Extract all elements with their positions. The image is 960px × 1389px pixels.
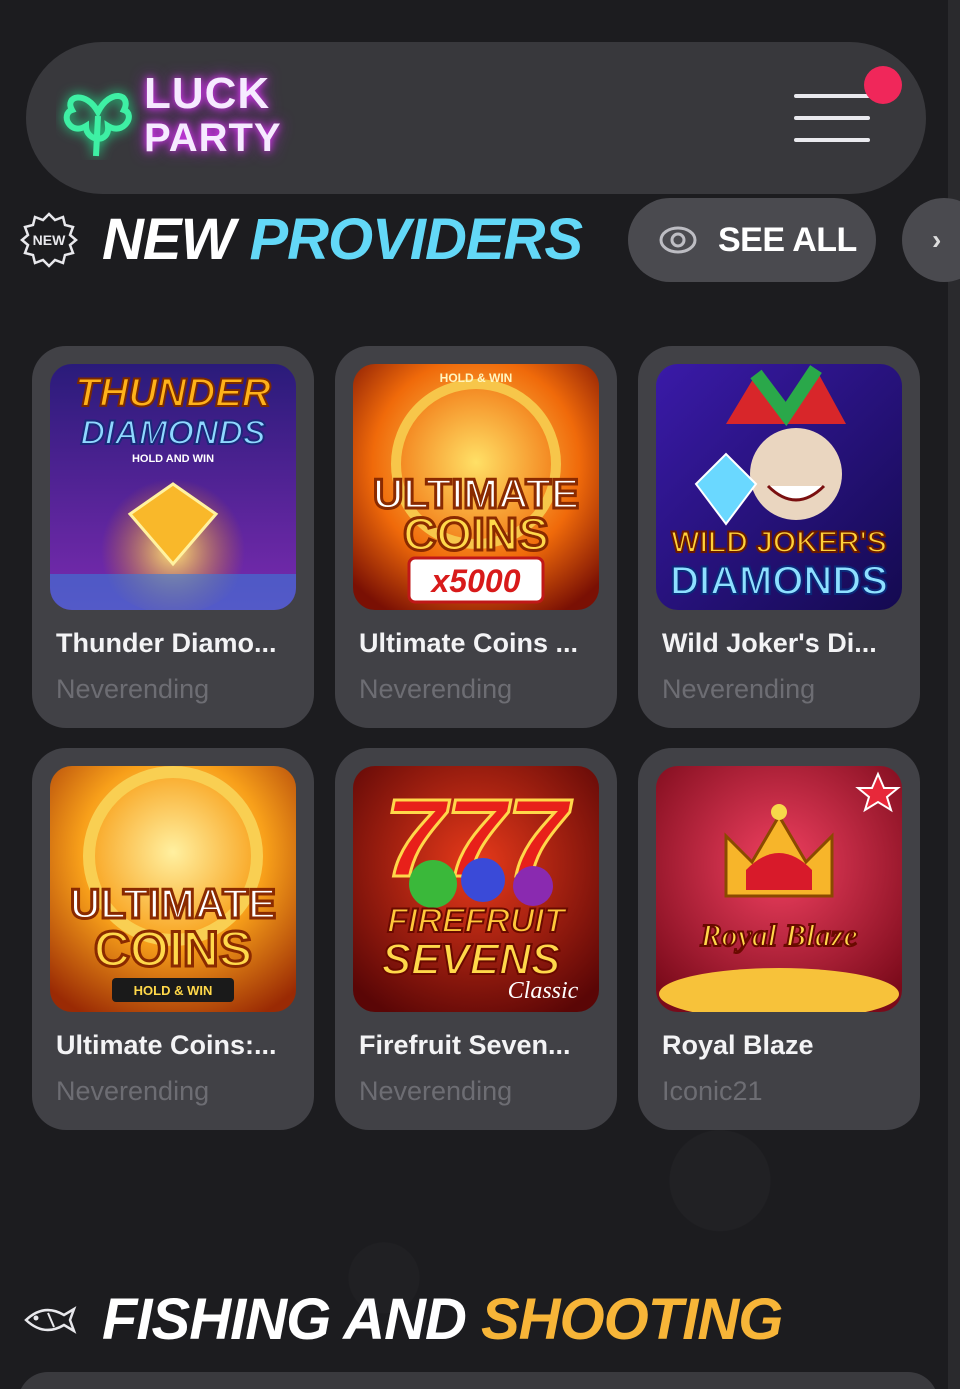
game-card[interactable]: ULTIMATE COINS HOLD & WIN Ultimate Coins…	[32, 748, 314, 1130]
svg-text:Classic: Classic	[508, 978, 579, 1004]
svg-text:SEVENS: SEVENS	[382, 935, 561, 984]
wild-jokers-diamonds-art: WILD JOKER'S DIAMONDS	[656, 364, 902, 610]
new-providers-header: NEW NEW PROVIDERS	[20, 206, 583, 273]
new-badge-icon: NEW	[20, 211, 78, 268]
game-provider: Neverending	[359, 1076, 513, 1106]
game-thumbnail[interactable]: 777 FIREFRUIT SEVENS Classic	[353, 766, 599, 1012]
menu-line-icon	[794, 138, 870, 142]
chevron-right-icon: ›	[932, 224, 942, 255]
game-card[interactable]: Royal Blaze Royal Blaze Iconic21	[638, 748, 920, 1130]
thunder-diamonds-art: THUNDER DIAMONDS HOLD AND WIN	[50, 364, 296, 610]
game-provider: Neverending	[662, 674, 816, 704]
clover-icon	[63, 93, 132, 157]
next-row-container	[18, 1372, 938, 1389]
game-thumbnail[interactable]: Royal Blaze	[656, 766, 902, 1012]
menu-line-icon	[794, 116, 870, 120]
game-card[interactable]: WILD JOKER'S DIAMONDS Wild Joker's Di...…	[638, 346, 920, 728]
top-header: LUCK PARTY	[26, 42, 926, 194]
svg-text:COINS: COINS	[94, 921, 252, 977]
svg-text:HOLD AND WIN: HOLD AND WIN	[132, 453, 214, 465]
fishing-shooting-header: FISHING AND SHOOTING	[20, 1286, 783, 1353]
game-provider: Neverending	[359, 674, 513, 704]
ultimate-coins-x5000-art: HOLD & WIN ULTIMATE COINS x5000	[353, 364, 599, 610]
game-card[interactable]: THUNDER DIAMONDS HOLD AND WIN Thunder Di…	[32, 346, 314, 728]
game-provider: Neverending	[56, 1076, 210, 1106]
game-title: Ultimate Coins:...	[56, 1030, 277, 1060]
game-title: Ultimate Coins ...	[359, 628, 579, 658]
game-provider: Neverending	[56, 674, 210, 704]
svg-text:DIAMONDS: DIAMONDS	[80, 414, 265, 452]
section-title: FISHING AND SHOOTING	[102, 1287, 783, 1352]
see-all-label: SEE ALL	[718, 220, 857, 259]
game-thumbnail[interactable]: THUNDER DIAMONDS HOLD AND WIN	[50, 364, 296, 610]
game-card[interactable]: HOLD & WIN ULTIMATE COINS x5000 Ultimate…	[335, 346, 617, 728]
royal-blaze-art: Royal Blaze	[656, 766, 902, 1012]
next-page-button[interactable]: ›	[902, 198, 960, 282]
svg-text:ULTIMATE: ULTIMATE	[70, 880, 276, 927]
menu-line-icon	[794, 94, 870, 98]
game-title: Wild Joker's Di...	[662, 628, 877, 658]
fish-icon	[24, 1305, 77, 1334]
ultimate-coins-art: ULTIMATE COINS HOLD & WIN	[50, 766, 296, 1012]
svg-text:HOLD & WIN: HOLD & WIN	[440, 371, 513, 385]
game-thumbnail[interactable]: HOLD & WIN ULTIMATE COINS x5000	[353, 364, 599, 610]
game-title: Thunder Diamo...	[56, 628, 277, 658]
see-all-button[interactable]: SEE ALL	[628, 198, 876, 282]
brand-logo[interactable]: LUCK PARTY	[56, 70, 282, 160]
brand-line2: PARTY	[144, 116, 282, 160]
svg-text:HOLD & WIN: HOLD & WIN	[134, 983, 213, 998]
brand-line1: LUCK	[144, 69, 271, 118]
svg-text:DIAMONDS: DIAMONDS	[670, 559, 888, 603]
game-provider: Iconic21	[662, 1076, 763, 1106]
game-card[interactable]: 777 FIREFRUIT SEVENS Classic Firefruit S…	[335, 748, 617, 1130]
eye-icon	[659, 226, 697, 254]
svg-text:Royal Blaze: Royal Blaze	[699, 917, 857, 953]
game-thumbnail[interactable]: ULTIMATE COINS HOLD & WIN	[50, 766, 296, 1012]
game-thumbnail[interactable]: WILD JOKER'S DIAMONDS	[656, 364, 902, 610]
hamburger-menu-button[interactable]	[794, 88, 874, 148]
svg-text:THUNDER: THUNDER	[75, 371, 271, 415]
notification-dot	[864, 66, 902, 104]
firefruit-sevens-art: 777 FIREFRUIT SEVENS Classic	[353, 766, 599, 1012]
section-title: NEW PROVIDERS	[102, 207, 583, 272]
svg-text:WILD JOKER'S: WILD JOKER'S	[671, 526, 886, 559]
game-title: Firefruit Seven...	[359, 1030, 571, 1060]
game-title: Royal Blaze	[662, 1030, 814, 1060]
svg-text:COINS: COINS	[403, 508, 549, 560]
svg-text:x5000: x5000	[430, 563, 521, 599]
svg-text:NEW: NEW	[33, 232, 66, 248]
